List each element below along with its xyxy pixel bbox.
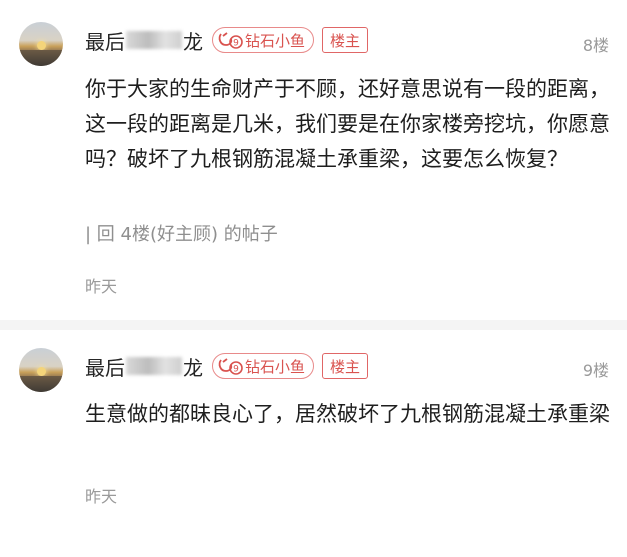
- level-badge-label: 钻石小鱼: [245, 357, 306, 376]
- avatar[interactable]: [19, 22, 63, 66]
- username-redacted: [126, 357, 182, 375]
- username-prefix: 最后: [85, 29, 125, 54]
- comment-post-floor-9: 最后 龙 9 钻石小鱼 楼主 9楼 生意做的都昧良心了，居然破坏了九根钢筋混凝土…: [0, 330, 627, 557]
- level-badge-label: 钻石小鱼: [245, 31, 306, 50]
- username[interactable]: 最后 龙: [85, 26, 203, 55]
- username-redacted: [126, 31, 182, 49]
- level-badge[interactable]: 9 钻石小鱼: [212, 27, 315, 53]
- svg-text:9: 9: [233, 365, 239, 375]
- post-time: 昨天: [85, 487, 118, 506]
- comment-content: 生意做的都昧良心了，居然破坏了九根钢筋混凝土承重梁: [85, 402, 610, 426]
- reply-quote-link[interactable]: | 回 4楼(好主顾) 的帖子: [85, 220, 278, 246]
- comment-header: 最后 龙 9 钻石小鱼 楼主: [85, 351, 369, 381]
- username[interactable]: 最后 龙: [85, 352, 203, 381]
- avatar[interactable]: [19, 348, 63, 392]
- floor-number: 9楼: [582, 361, 609, 380]
- username-suffix: 龙: [183, 355, 203, 380]
- post-time: 昨天: [85, 277, 118, 296]
- divider: [0, 320, 627, 330]
- username-suffix: 龙: [183, 29, 203, 54]
- comment-post-floor-8: 最后 龙 9 钻石小鱼 楼主 8楼 你于大家的生命财产于不顾，还好意思说有一段的…: [0, 0, 627, 320]
- username-prefix: 最后: [85, 355, 125, 380]
- op-tag: 楼主: [322, 27, 369, 53]
- op-tag: 楼主: [322, 353, 369, 379]
- level-badge[interactable]: 9 钻石小鱼: [212, 353, 315, 379]
- svg-text:9: 9: [233, 39, 239, 49]
- comment-content: 你于大家的生命财产于不顾，还好意思说有一段的距离，这一段的距离是几米，我们要是在…: [85, 77, 610, 171]
- floor-number: 8楼: [582, 36, 609, 55]
- comment-header: 最后 龙 9 钻石小鱼 楼主: [85, 25, 369, 55]
- fish-hook-badge-icon: 9: [218, 358, 243, 375]
- fish-hook-badge-icon: 9: [218, 32, 243, 49]
